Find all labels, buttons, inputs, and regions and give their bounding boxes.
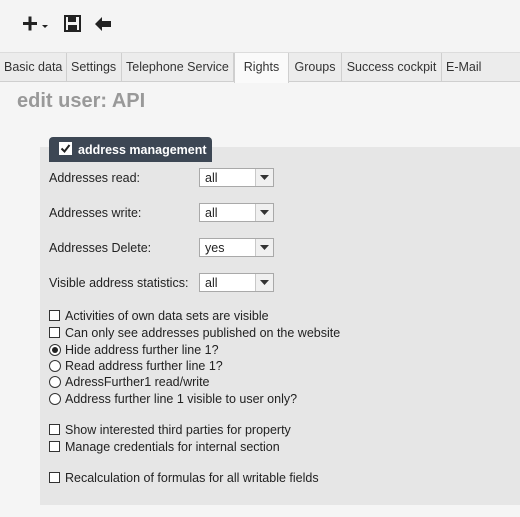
chevron-down-icon [255, 169, 273, 186]
checkmark-icon [60, 144, 71, 154]
add-button[interactable] [20, 12, 48, 36]
checkbox[interactable] [49, 424, 60, 435]
radio-button[interactable] [49, 376, 61, 388]
addresses-read-select[interactable]: all [199, 168, 274, 187]
option-label: Read address further line 1? [65, 359, 223, 373]
tab-groups[interactable]: Groups [289, 53, 342, 82]
save-button[interactable] [62, 12, 86, 36]
option-label: Hide address further line 1? [65, 343, 219, 357]
tab-settings[interactable]: Settings [67, 53, 122, 82]
option-label: Manage credentials for internal section [65, 440, 280, 454]
plus-dropdown-icon [23, 16, 48, 31]
chevron-down-icon [255, 274, 273, 291]
chevron-down-icon [255, 239, 273, 256]
option-label: Show interested third parties for proper… [65, 423, 291, 437]
field-label-addresses-read: Addresses read: [49, 171, 141, 185]
checkbox[interactable] [49, 310, 60, 321]
field-label-addresses-delete: Addresses Delete: [49, 241, 152, 255]
tab-rights[interactable]: Rights [234, 53, 289, 83]
back-button[interactable] [92, 12, 116, 36]
section-header-address-management[interactable]: address management [49, 137, 212, 162]
addresses-delete-select[interactable]: yes [199, 238, 274, 257]
option-label: Activities of own data sets are visible [65, 309, 269, 323]
page-title: edit user: API [17, 90, 146, 112]
checkbox[interactable] [49, 327, 60, 338]
radio-button[interactable] [49, 344, 61, 356]
visible-address-statistics-select[interactable]: all [199, 273, 274, 292]
select-value: yes [205, 241, 225, 255]
tab-telephone-service[interactable]: Telephone Service [122, 53, 234, 82]
option-label: Address further line 1 visible to user o… [65, 392, 298, 406]
field-label-addresses-write: Addresses write: [49, 206, 142, 220]
option-label: Can only see addresses published on the … [65, 326, 341, 340]
tab-basic-data[interactable]: Basic data [0, 53, 67, 82]
field-label-visible-address-statistics: Visible address statistics: [49, 276, 189, 290]
checkbox[interactable] [49, 441, 60, 452]
chevron-down-icon [255, 204, 273, 221]
select-value: all [205, 276, 218, 290]
floppy-disk-icon [64, 15, 81, 32]
select-value: all [205, 171, 218, 185]
section-checkbox[interactable] [59, 142, 72, 155]
arrow-left-icon [95, 17, 111, 31]
addresses-write-select[interactable]: all [199, 203, 274, 222]
tab-bar: Basic data Settings Telephone Service Ri… [0, 52, 520, 83]
checkbox[interactable] [49, 472, 60, 483]
option-label: AdressFurther1 read/write [65, 375, 210, 389]
tab-email[interactable]: E-Mail [442, 53, 490, 82]
select-value: all [205, 206, 218, 220]
toolbar [0, 0, 520, 52]
radio-button[interactable] [49, 393, 61, 405]
tab-success-cockpit[interactable]: Success cockpit [342, 53, 442, 82]
radio-button[interactable] [49, 360, 61, 372]
option-label: Recalculation of formulas for all writab… [65, 471, 319, 485]
section-label: address management [78, 143, 207, 157]
